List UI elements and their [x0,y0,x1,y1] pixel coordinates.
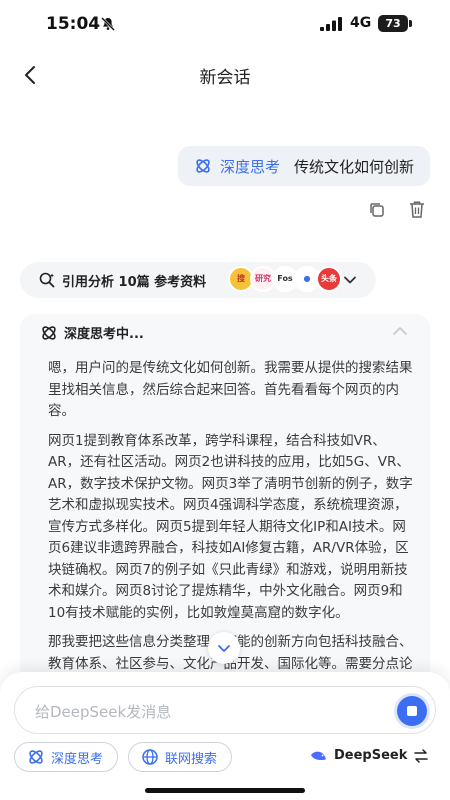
deepseek-whale-icon [311,751,326,760]
citations-summary[interactable]: 引用分析 10篇 参考资料 搜研究 Fos ● 头条 [20,262,376,298]
signal-icon [320,17,342,31]
citations-label: 引用分析 10篇 参考资料 [62,274,207,290]
chevron-down-icon[interactable] [342,272,358,288]
home-indicator [145,788,305,793]
chevron-down-icon [218,645,230,652]
status-bar: 15:04 4G 73 [0,0,450,46]
model-switcher[interactable]: DeepSeek [310,748,429,763]
chevron-up-icon[interactable] [392,325,408,337]
thinking-paragraph: 嗯，用户问的是传统文化如何创新。我需要从提供的搜索结果里找相关信息，然后综合起来… [48,360,413,419]
stop-icon [407,706,417,716]
message-input[interactable]: 给DeepSeek发消息 [14,686,436,734]
copy-icon[interactable] [368,201,386,219]
source-thumbnail: 头条 [316,266,342,292]
deep-think-tag: 深度思考 [219,157,280,176]
status-time: 15:04 [46,14,101,34]
deep-think-toggle-label: 深度思考 [51,751,104,767]
source-thumbnails: 搜研究 Fos ● 头条 [228,266,342,294]
web-search-toggle-label: 联网搜索 [165,751,218,767]
globe-icon [142,749,158,765]
thinking-header[interactable]: 深度思考中... [40,323,144,342]
message-input-placeholder: 给DeepSeek发消息 [35,703,172,721]
bell-off-icon [101,17,115,31]
scroll-to-bottom-button[interactable] [208,632,240,664]
thinking-paragraph: 网页1提到教育体系改革，跨学科课程，结合科技如VR、AR，还有社区活动。网页2也… [48,432,413,621]
web-search-toggle[interactable]: 联网搜索 [128,742,232,772]
page-title: 新会话 [199,68,251,88]
user-message-bubble: 深度思考 传统文化如何创新 [177,146,430,186]
trash-icon[interactable] [408,200,426,219]
stop-generation-button[interactable] [397,696,427,726]
model-name: DeepSeek [334,748,408,763]
network-type: 4G [350,15,372,31]
search-analysis-icon [39,272,55,288]
deep-think-toggle[interactable]: 深度思考 [14,742,118,772]
battery-nub [409,20,412,27]
swap-icon [414,748,429,763]
thinking-title: 深度思考中... [64,327,144,342]
battery-level: 73 [378,15,408,32]
user-message-text: 传统文化如何创新 [293,157,414,176]
deep-think-icon [29,750,43,764]
composer: 给DeepSeek发消息 深度思考 联网搜索 DeepSeek [0,672,450,800]
deep-think-icon [42,325,56,340]
deep-think-icon [196,159,210,173]
